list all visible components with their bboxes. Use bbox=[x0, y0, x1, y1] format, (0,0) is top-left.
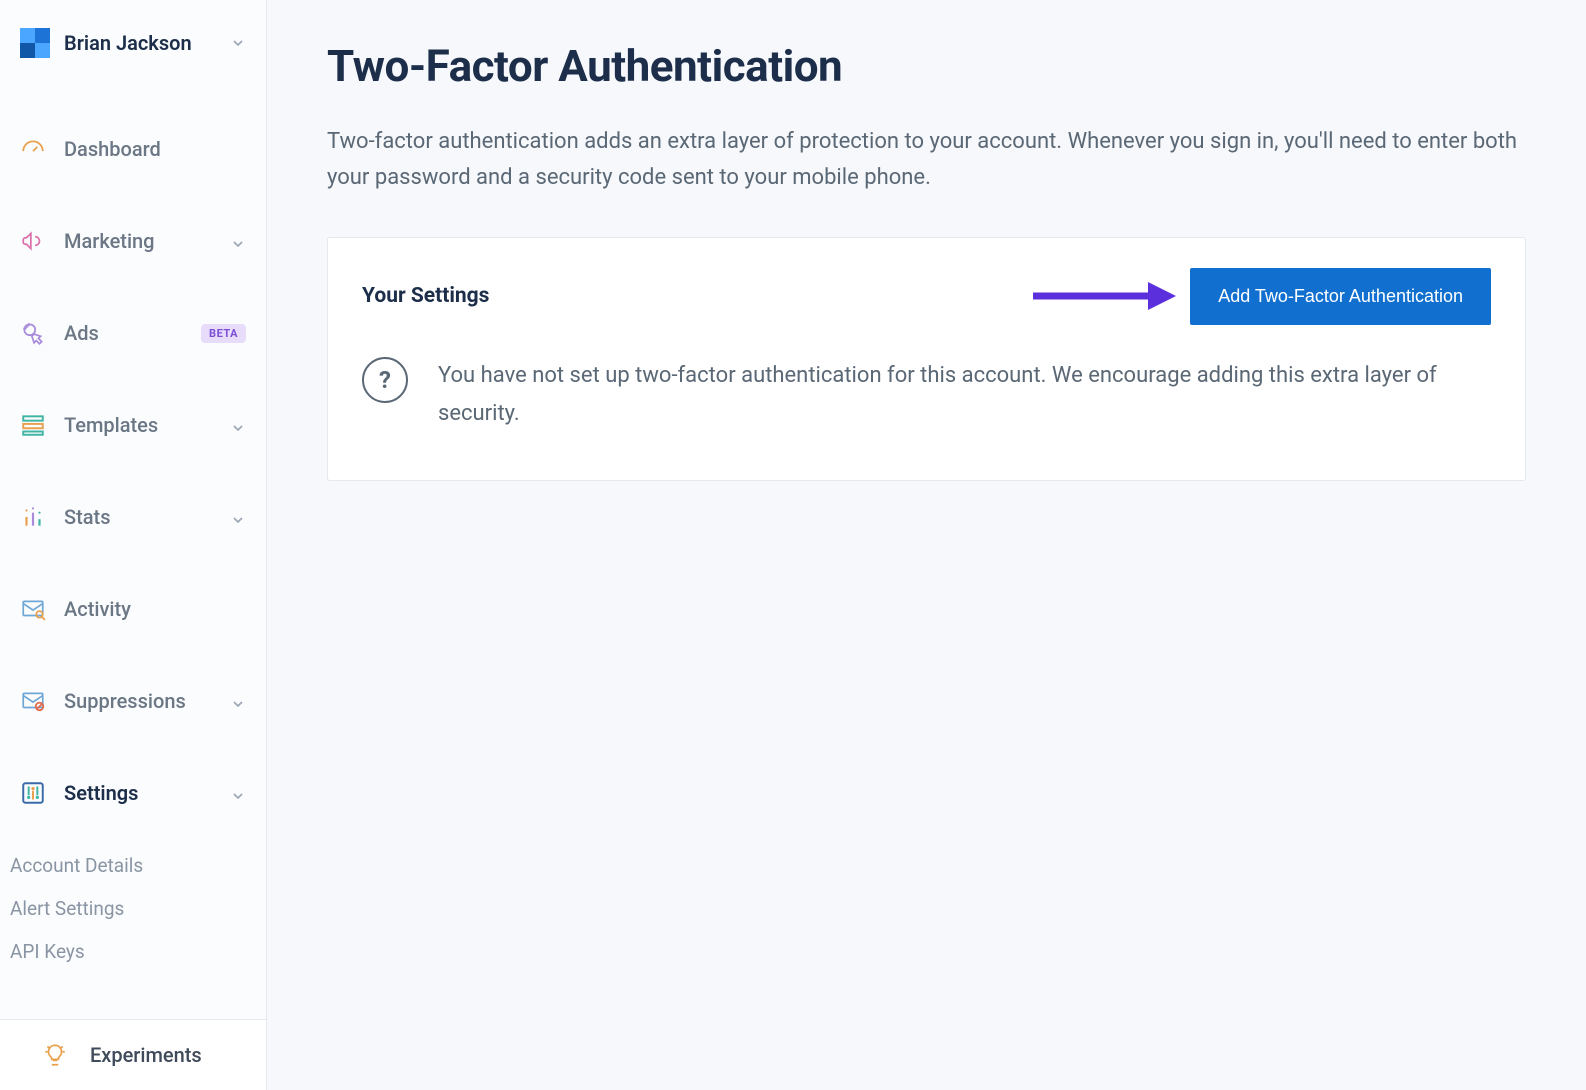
sidebar: Brian Jackson Dashboard Marketing bbox=[0, 0, 267, 1090]
sidebar-nav: Dashboard Marketing Ads BET bbox=[0, 86, 266, 973]
sidebar-item-label: Marketing bbox=[64, 229, 212, 253]
chevron-down-icon bbox=[230, 509, 246, 525]
beta-badge: BETA bbox=[201, 324, 246, 343]
user-name: Brian Jackson bbox=[64, 31, 216, 55]
cursor-click-icon bbox=[20, 320, 46, 346]
lightbulb-icon bbox=[42, 1042, 68, 1068]
sidebar-item-label: Experiments bbox=[90, 1043, 202, 1067]
chevron-down-icon bbox=[230, 693, 246, 709]
subnav-alert-settings[interactable]: Alert Settings bbox=[10, 887, 266, 930]
chevron-down-icon bbox=[230, 417, 246, 433]
sidebar-item-label: Suppressions bbox=[64, 689, 212, 713]
sidebar-item-dashboard[interactable]: Dashboard bbox=[0, 122, 266, 176]
sidebar-item-label: Ads bbox=[64, 321, 183, 345]
sidebar-item-label: Settings bbox=[64, 781, 212, 805]
sidebar-item-marketing[interactable]: Marketing bbox=[0, 214, 266, 268]
megaphone-icon bbox=[20, 228, 46, 254]
page-description: Two-factor authentication adds an extra … bbox=[327, 124, 1526, 197]
main-content: Two-Factor Authentication Two-factor aut… bbox=[267, 0, 1586, 1090]
sidebar-item-suppressions[interactable]: Suppressions bbox=[0, 674, 266, 728]
sidebar-scroll: Brian Jackson Dashboard Marketing bbox=[0, 0, 266, 1019]
question-mark-icon: ? bbox=[362, 357, 408, 403]
sidebar-item-activity[interactable]: Activity bbox=[0, 582, 266, 636]
sidebar-item-label: Stats bbox=[64, 505, 212, 529]
subnav-account-details[interactable]: Account Details bbox=[10, 844, 266, 887]
bar-chart-icon bbox=[20, 504, 46, 530]
card-header-actions: Add Two-Factor Authentication bbox=[1028, 268, 1491, 325]
sidebar-item-ads[interactable]: Ads BETA bbox=[0, 306, 266, 360]
chevron-down-icon bbox=[230, 785, 246, 801]
sidebar-item-templates[interactable]: Templates bbox=[0, 398, 266, 452]
add-two-factor-button[interactable]: Add Two-Factor Authentication bbox=[1190, 268, 1491, 325]
subnav-api-keys[interactable]: API Keys bbox=[10, 930, 266, 973]
layout-icon bbox=[20, 412, 46, 438]
chevron-down-icon bbox=[230, 233, 246, 249]
sidebar-item-settings[interactable]: Settings bbox=[0, 766, 266, 820]
sidebar-item-experiments[interactable]: Experiments bbox=[0, 1019, 266, 1090]
settings-subnav: Account Details Alert Settings API Keys bbox=[0, 844, 266, 973]
settings-message: You have not set up two-factor authentic… bbox=[438, 357, 1458, 434]
gauge-icon bbox=[20, 136, 46, 162]
sidebar-item-label: Dashboard bbox=[64, 137, 246, 161]
chevron-down-icon bbox=[230, 35, 246, 51]
app-root: Brian Jackson Dashboard Marketing bbox=[0, 0, 1586, 1090]
arrow-annotation-icon bbox=[1028, 276, 1178, 316]
card-body: ? You have not set up two-factor authent… bbox=[362, 357, 1491, 434]
mail-block-icon bbox=[20, 688, 46, 714]
card-header: Your Settings Add Two-Factor Authenticat… bbox=[362, 268, 1491, 325]
sidebar-item-label: Activity bbox=[64, 597, 246, 621]
sidebar-item-stats[interactable]: Stats bbox=[0, 490, 266, 544]
mail-search-icon bbox=[20, 596, 46, 622]
user-menu[interactable]: Brian Jackson bbox=[0, 0, 266, 86]
sliders-icon bbox=[20, 780, 46, 806]
page-title: Two-Factor Authentication bbox=[327, 40, 1526, 92]
settings-card: Your Settings Add Two-Factor Authenticat… bbox=[327, 237, 1526, 481]
card-heading: Your Settings bbox=[362, 284, 489, 308]
sidebar-item-label: Templates bbox=[64, 413, 212, 437]
avatar bbox=[20, 28, 50, 58]
